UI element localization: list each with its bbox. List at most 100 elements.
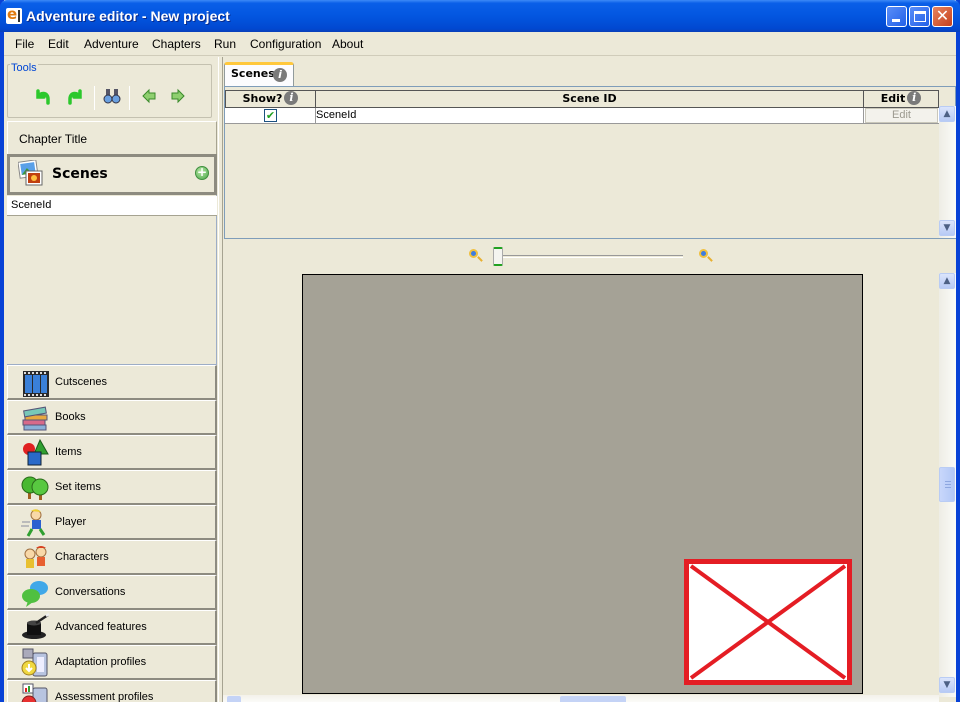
table-row[interactable]: ✔ SceneId Edit [225,108,939,124]
zoom-controls [223,239,956,273]
menu-configuration[interactable]: Configuration [250,37,321,51]
sidebar-item-conversations[interactable]: Conversations [7,575,217,610]
adaptation-profile-icon [21,648,48,677]
sidebar-item-label: Characters [55,551,109,563]
column-header-edit[interactable]: Edit i [863,90,939,108]
table-scrollbar[interactable]: ▲ ▼ [939,106,956,238]
sidebar-item-assessment-profiles[interactable]: Assessment profiles [7,680,217,702]
zoom-slider-thumb[interactable] [493,247,503,266]
add-scene-button[interactable]: + [195,166,209,180]
menu-bar: File Edit Adventure Chapters Run Configu… [4,32,956,56]
sidebar-item-player[interactable]: Player [7,505,217,540]
redo-arrow-icon [68,89,82,105]
maximize-icon [914,11,926,22]
scroll-up-button[interactable]: ▲ [939,106,955,122]
chevron-down-icon: ▼ [943,223,951,233]
shapes-icon [23,438,49,466]
menu-about[interactable]: About [332,37,363,51]
sidebar-item-label: Player [55,516,87,528]
sidebar-item-label: Books [55,411,86,423]
preview-horizontal-scrollbar[interactable] [223,695,939,702]
close-button[interactable]: ✕ [932,6,953,27]
missing-image-placeholder [684,559,852,685]
trees-icon [21,476,49,500]
scroll-left-button[interactable] [227,696,241,702]
column-header-scene-id[interactable]: Scene ID [315,90,863,108]
characters-icon [24,546,47,568]
back-button[interactable] [140,87,158,105]
scene-list-item-label: SceneId [11,199,52,211]
title-bar[interactable]: e Adventure editor - New project ✕ [0,0,960,32]
tab-scenes[interactable]: Scenes i [224,62,294,86]
sidebar-item-adaptation-profiles[interactable]: Adaptation profiles [7,645,217,680]
minimize-icon [892,19,900,22]
scene-canvas[interactable] [302,274,863,694]
books-icon [22,406,48,431]
zoom-in-button[interactable] [699,249,713,263]
eadventure-logo-icon: e [6,5,22,24]
sidebar-item-books[interactable]: Books [7,400,217,435]
info-icon[interactable]: i [284,91,299,105]
scenes-table: Show? i Scene ID Edit i ✔ SceneId Edit ▲ ▼ [224,86,956,239]
zoom-out-button[interactable] [469,249,483,263]
scroll-thumb[interactable] [560,696,626,702]
scene-list-item[interactable]: SceneId [7,196,217,216]
column-header-label: Edit [880,92,906,105]
assessment-profile-icon [21,683,48,702]
toolbar-separator [94,86,95,110]
zoom-slider-track[interactable] [499,255,683,258]
chevron-up-icon: ▲ [943,109,951,119]
menu-chapters[interactable]: Chapters [152,37,201,51]
menu-file[interactable]: File [15,37,34,51]
minimize-button[interactable] [886,6,907,27]
film-strip-icon [23,371,49,397]
maximize-button[interactable] [909,6,930,27]
arrow-right-icon [171,88,185,104]
show-checkbox[interactable]: ✔ [264,109,277,122]
scene-preview-area [223,273,939,697]
undo-arrow-icon [36,89,50,105]
sidebar-item-items[interactable]: Items [7,435,217,470]
sidebar-item-label: Set items [55,481,101,493]
scroll-down-button[interactable]: ▼ [939,220,955,236]
arrow-left-icon [142,88,156,104]
redo-button[interactable] [66,87,84,105]
sidebar-item-set-items[interactable]: Set items [7,470,217,505]
menu-run[interactable]: Run [214,37,236,51]
sidebar-item-characters[interactable]: Characters [7,540,217,575]
scroll-down-button[interactable]: ▼ [939,677,955,693]
scenes-section-header[interactable]: Scenes + [7,154,217,195]
search-button[interactable] [103,87,121,105]
scenes-section-label: Scenes [52,166,108,182]
menu-adventure[interactable]: Adventure [84,37,139,51]
sidebar-item-label: Items [55,446,82,458]
chapter-title-button[interactable]: Chapter Title [7,121,217,155]
preview-vertical-scrollbar[interactable]: ▲ ▼ [939,273,956,697]
binoculars-icon [103,89,121,104]
edit-button[interactable]: Edit [865,108,938,123]
sidebar-item-advanced-features[interactable]: Advanced features [7,610,217,645]
undo-button[interactable] [34,87,52,105]
broken-image-icon [689,564,847,680]
sidebar-item-label: Advanced features [55,621,147,633]
sidebar-item-label: Adaptation profiles [55,656,147,668]
app-window: e Adventure editor - New project ✕ File … [0,0,960,702]
chevron-up-icon: ▲ [943,276,951,286]
sidebar-item-label: Cutscenes [55,376,107,388]
scene-id-cell[interactable]: SceneId [316,109,356,121]
chevron-down-icon: ▼ [943,680,951,690]
scroll-up-button[interactable]: ▲ [939,273,955,289]
column-header-label: Show? [242,92,283,105]
cell-divider [863,108,864,124]
info-icon[interactable]: i [907,91,922,105]
info-icon[interactable]: i [273,68,287,82]
chapter-title-label: Chapter Title [19,132,88,146]
column-header-show[interactable]: Show? i [225,90,315,108]
column-header-label: Scene ID [562,92,617,105]
magic-hat-icon [22,613,50,639]
sidebar-item-label: Conversations [55,586,126,598]
forward-button[interactable] [169,87,187,105]
scroll-thumb[interactable] [939,467,955,502]
sidebar-item-cutscenes[interactable]: Cutscenes [7,365,217,400]
menu-edit[interactable]: Edit [48,37,69,51]
